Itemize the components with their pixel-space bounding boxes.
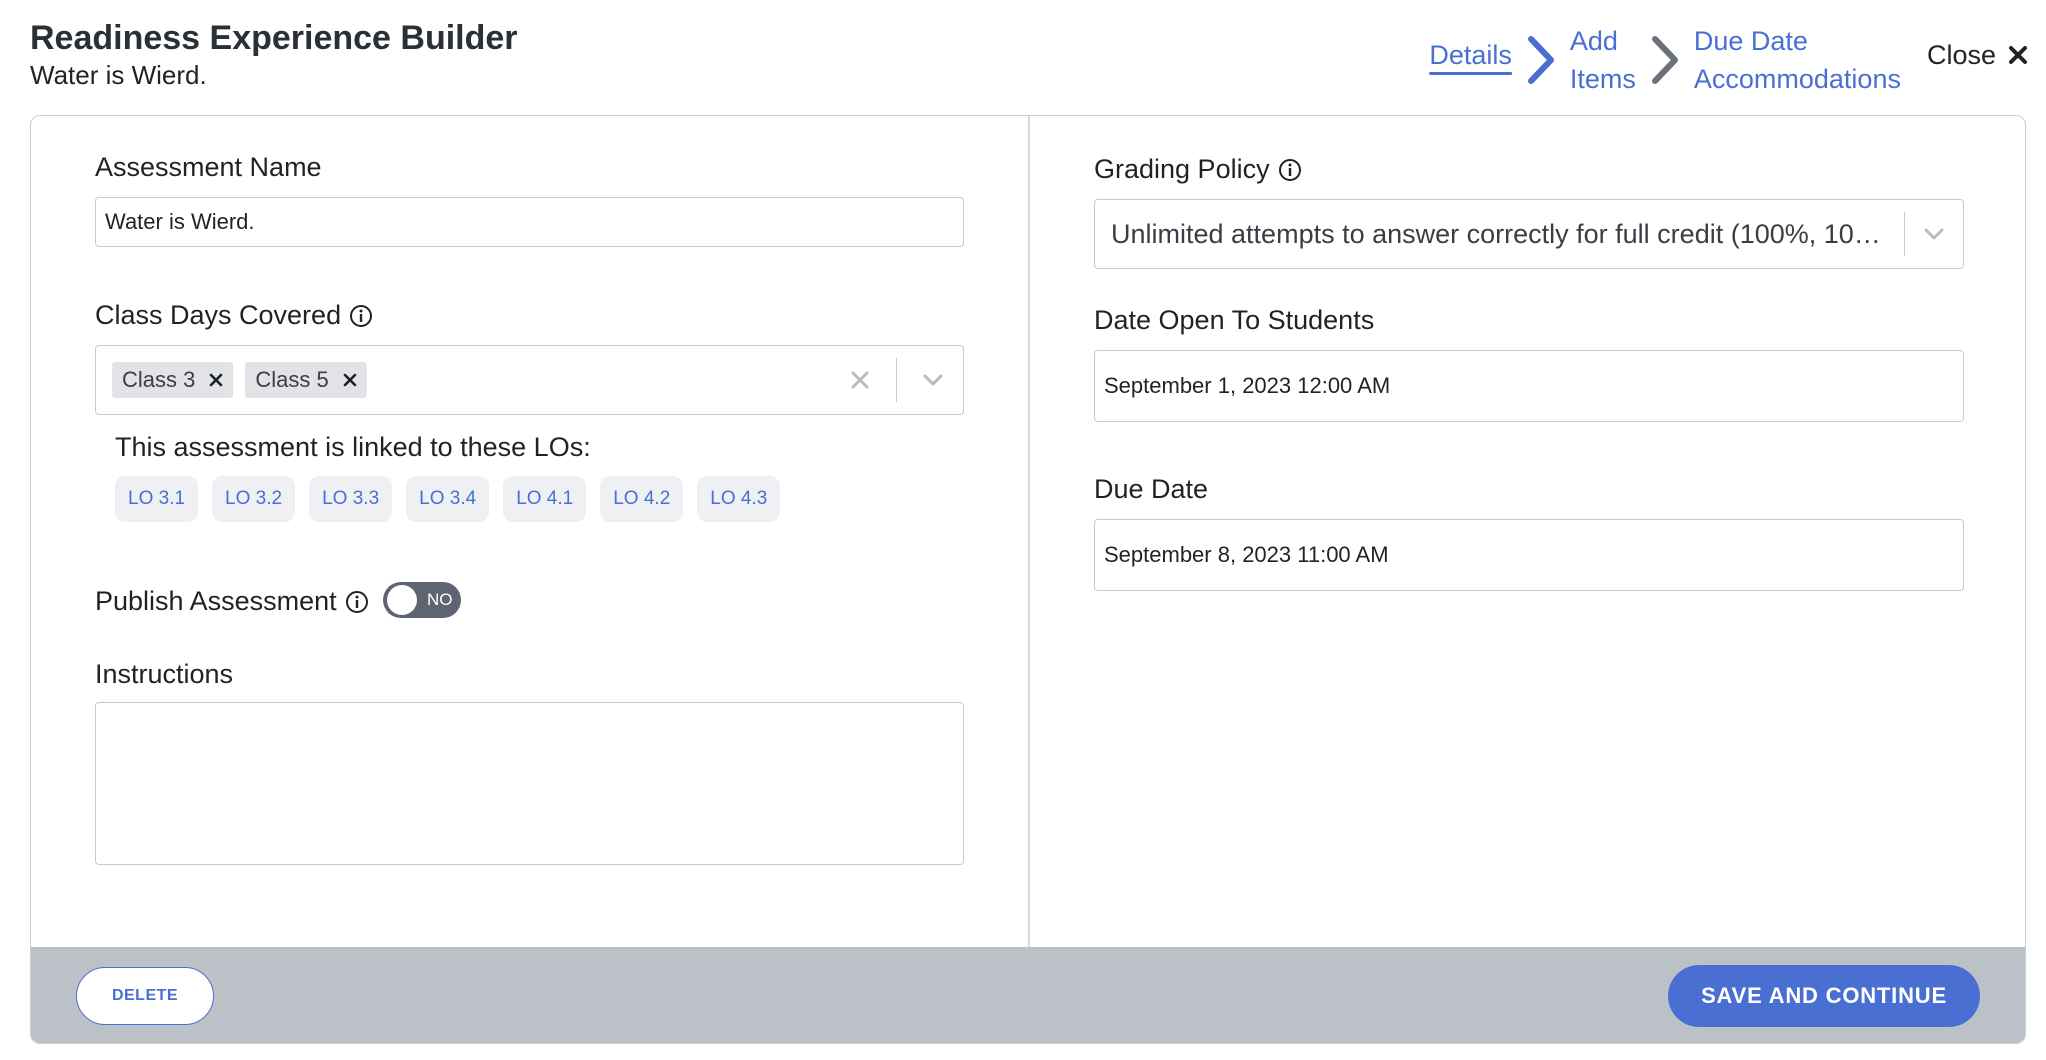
lo-badge[interactable]: LO 4.1	[503, 476, 587, 522]
chevron-down-icon[interactable]	[911, 373, 955, 387]
remove-chip-icon[interactable]	[209, 373, 223, 387]
info-icon[interactable]	[345, 590, 369, 614]
close-label: Close	[1926, 39, 1996, 70]
class-days-select[interactable]: Class 3 Class 5	[95, 345, 964, 415]
step-add-items[interactable]: Add Items	[1570, 22, 1636, 98]
due-date-input[interactable]: September 8, 2023 11:00 AM	[1094, 519, 1964, 591]
info-icon[interactable]	[349, 304, 373, 328]
date-open-label: Date Open To Students	[1094, 305, 1375, 335]
due-date-label: Due Date	[1094, 474, 1209, 504]
instructions-textarea[interactable]	[95, 702, 964, 865]
lo-list: LO 3.1 LO 3.2 LO 3.3 LO 3.4 LO 4.1 LO 4.…	[115, 476, 794, 522]
lo-badge[interactable]: LO 4.3	[697, 476, 781, 522]
toggle-knob	[387, 585, 417, 615]
lo-badge[interactable]: LO 3.1	[115, 476, 199, 522]
delete-button[interactable]: DELETE	[76, 967, 214, 1025]
class-chip: Class 5	[245, 362, 367, 398]
chevron-right-icon	[1512, 25, 1570, 95]
grading-policy-select[interactable]: Unlimited attempts to answer correctly f…	[1094, 199, 1964, 269]
grading-policy-value: Unlimited attempts to answer correctly f…	[1111, 218, 1890, 249]
assessment-name-input[interactable]: Water is Wierd.	[95, 197, 964, 247]
lo-badge[interactable]: LO 3.3	[309, 476, 393, 522]
step-details[interactable]: Details	[1429, 36, 1512, 74]
close-button[interactable]: Close	[1927, 40, 2028, 71]
lo-caption: This assessment is linked to these LOs:	[115, 432, 591, 462]
lo-badge[interactable]: LO 4.2	[600, 476, 684, 522]
date-open-input[interactable]: September 1, 2023 12:00 AM	[1094, 350, 1964, 422]
page-header: Readiness Experience Builder Water is Wi…	[30, 18, 518, 90]
chevron-down-icon[interactable]	[1905, 227, 1963, 241]
wizard-steps: Details Add Items Due Date Accommodation…	[1429, 22, 2028, 98]
instructions-label: Instructions	[95, 659, 234, 689]
lo-badge[interactable]: LO 3.2	[212, 476, 296, 522]
lo-badge[interactable]: LO 3.4	[406, 476, 490, 522]
select-separator	[895, 358, 897, 402]
info-icon[interactable]	[1278, 158, 1302, 182]
chevron-right-icon	[1636, 25, 1694, 95]
publish-label: Publish Assessment	[95, 586, 369, 617]
footer-bar: DELETE SAVE AND CONTINUE	[31, 947, 2025, 1043]
toggle-state-label: NO	[427, 590, 453, 609]
assessment-name-label: Assessment Name	[95, 152, 322, 182]
close-icon	[2008, 45, 2028, 65]
publish-toggle[interactable]: NO	[383, 582, 461, 618]
builder-panel: Assessment Name Water is Wierd. Class Da…	[30, 115, 2026, 1044]
class-days-label: Class Days Covered	[95, 300, 373, 331]
page-title: Readiness Experience Builder	[30, 19, 518, 57]
column-divider	[1028, 116, 1030, 947]
grading-policy-label: Grading Policy	[1094, 154, 1302, 185]
clear-all-icon[interactable]	[850, 370, 870, 390]
step-due-date-accommodations[interactable]: Due Date Accommodations	[1694, 22, 1901, 98]
page-subtitle: Water is Wierd.	[30, 60, 207, 90]
remove-chip-icon[interactable]	[343, 373, 357, 387]
save-and-continue-button[interactable]: SAVE AND CONTINUE	[1668, 965, 1980, 1027]
class-chip: Class 3	[112, 362, 234, 398]
